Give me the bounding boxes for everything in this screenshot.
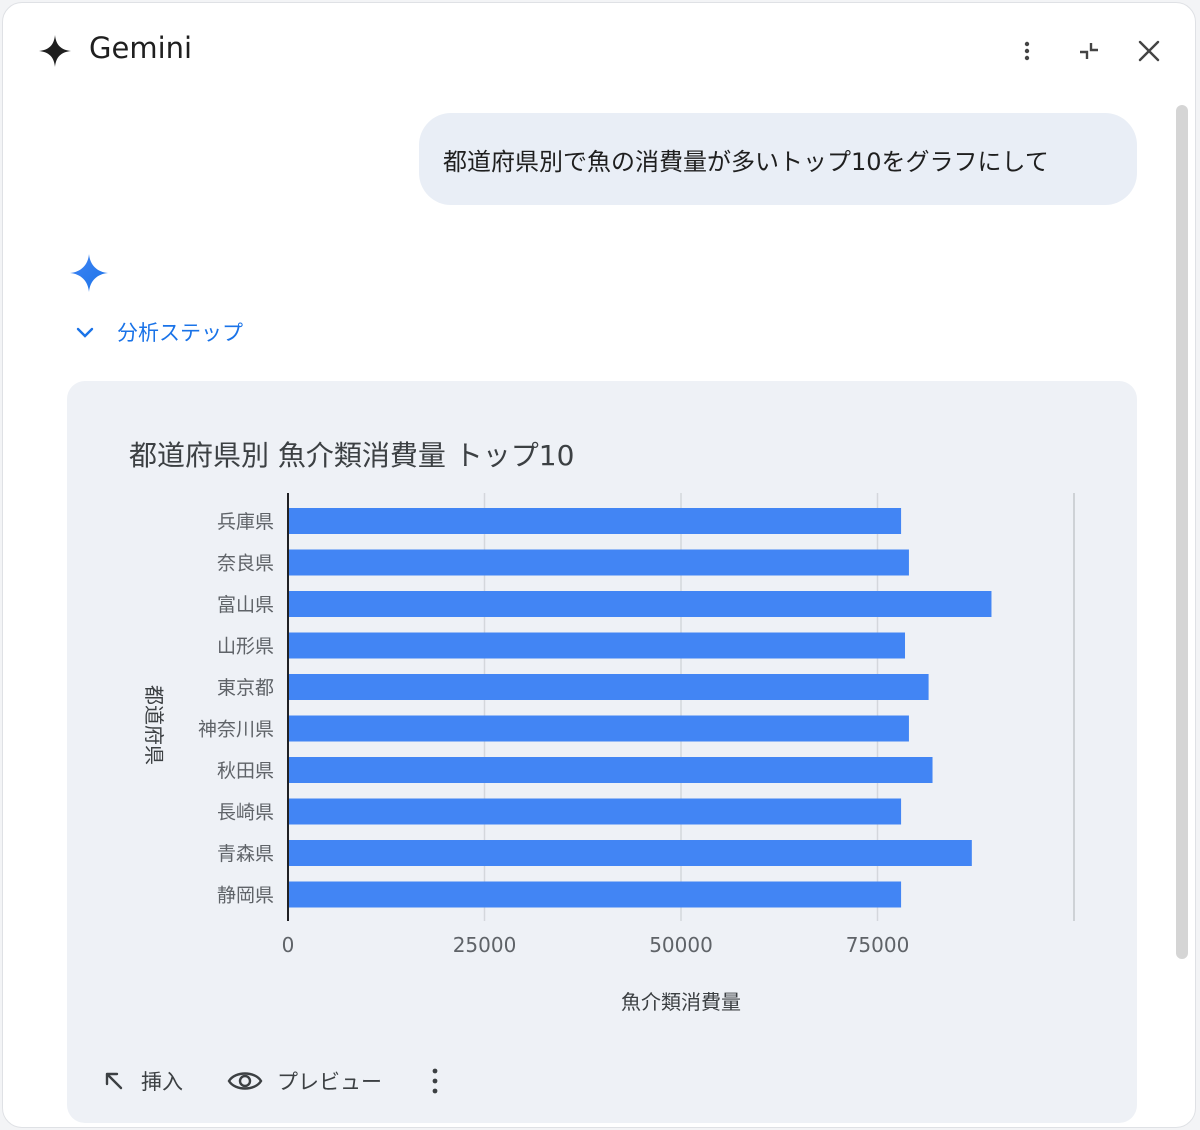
- x-tick-label: 50000: [649, 933, 713, 957]
- category-label: 長崎県: [217, 802, 274, 824]
- bar: [288, 591, 992, 617]
- chart-more-button[interactable]: [423, 1063, 447, 1099]
- bar: [288, 798, 902, 825]
- category-label: 秋田県: [217, 760, 274, 782]
- bar: [288, 881, 902, 908]
- close-icon: [1138, 40, 1160, 62]
- x-tick-label: 75000: [846, 933, 910, 957]
- bar: [288, 632, 906, 659]
- x-tick-label: 0: [282, 933, 295, 957]
- panel-header: Gemini: [3, 3, 1195, 99]
- close-button[interactable]: [1129, 31, 1169, 71]
- user-message-bubble: 都道府県別で魚の消費量が多いトップ10をグラフにして: [419, 113, 1137, 205]
- bar: [288, 674, 929, 700]
- x-axis-title: 魚介類消費量: [621, 990, 741, 1014]
- bar-chart: 都道府県別 魚介類消費量 トップ10 兵庫県奈良県富山県山形県東京都神奈川県秋田県…: [129, 439, 1075, 1014]
- gemini-spark-icon: [70, 254, 108, 292]
- user-message-text: 都道府県別で魚の消費量が多いトップ10をグラフにして: [443, 147, 1049, 176]
- analysis-steps-toggle[interactable]: 分析ステップ: [73, 315, 243, 349]
- category-label: 東京都: [217, 677, 274, 699]
- preview-button[interactable]: プレビュー: [227, 1063, 382, 1099]
- bar: [288, 840, 972, 866]
- x-tick-label: 25000: [453, 933, 517, 957]
- category-label: 富山県: [217, 594, 274, 616]
- category-label: 静岡県: [217, 885, 274, 907]
- app-title: Gemini: [89, 31, 193, 65]
- category-label: 奈良県: [217, 553, 274, 575]
- chart-actions: 挿入 プレビュー: [67, 1053, 1137, 1109]
- preview-label: プレビュー: [277, 1070, 382, 1094]
- chart-title: 都道府県別 魚介類消費量 トップ10: [129, 439, 574, 472]
- collapse-icon: [1080, 43, 1098, 59]
- chevron-down-icon: [76, 327, 94, 338]
- insert-label: 挿入: [141, 1070, 183, 1094]
- more-vert-icon: [432, 1068, 438, 1094]
- more-vert-icon: [1024, 41, 1030, 61]
- category-label: 兵庫県: [217, 511, 274, 533]
- bar: [288, 549, 909, 576]
- category-label: 山形県: [217, 636, 274, 658]
- bar: [288, 757, 933, 783]
- eye-icon: [227, 1072, 263, 1090]
- bar: [288, 715, 909, 742]
- insert-button[interactable]: 挿入: [101, 1063, 183, 1099]
- category-label: 青森県: [217, 843, 274, 865]
- gemini-logo-icon: [39, 35, 71, 67]
- analysis-steps-label: 分析ステップ: [117, 321, 243, 345]
- arrow-up-left-icon: [105, 1072, 123, 1090]
- scrollbar-thumb[interactable]: [1176, 105, 1188, 959]
- category-label: 神奈川県: [198, 719, 274, 741]
- bar: [288, 508, 902, 534]
- collapse-button[interactable]: [1069, 31, 1109, 71]
- y-axis-title: 都道府県: [142, 685, 166, 765]
- more-options-button[interactable]: [1007, 31, 1047, 71]
- chart-card: 都道府県別 魚介類消費量 トップ10 兵庫県奈良県富山県山形県東京都神奈川県秋田県…: [67, 381, 1137, 1123]
- gemini-side-panel: Gemini 都道府県別で魚の消費量が多いトップ10をグラフにして 分析ステップ…: [2, 2, 1196, 1128]
